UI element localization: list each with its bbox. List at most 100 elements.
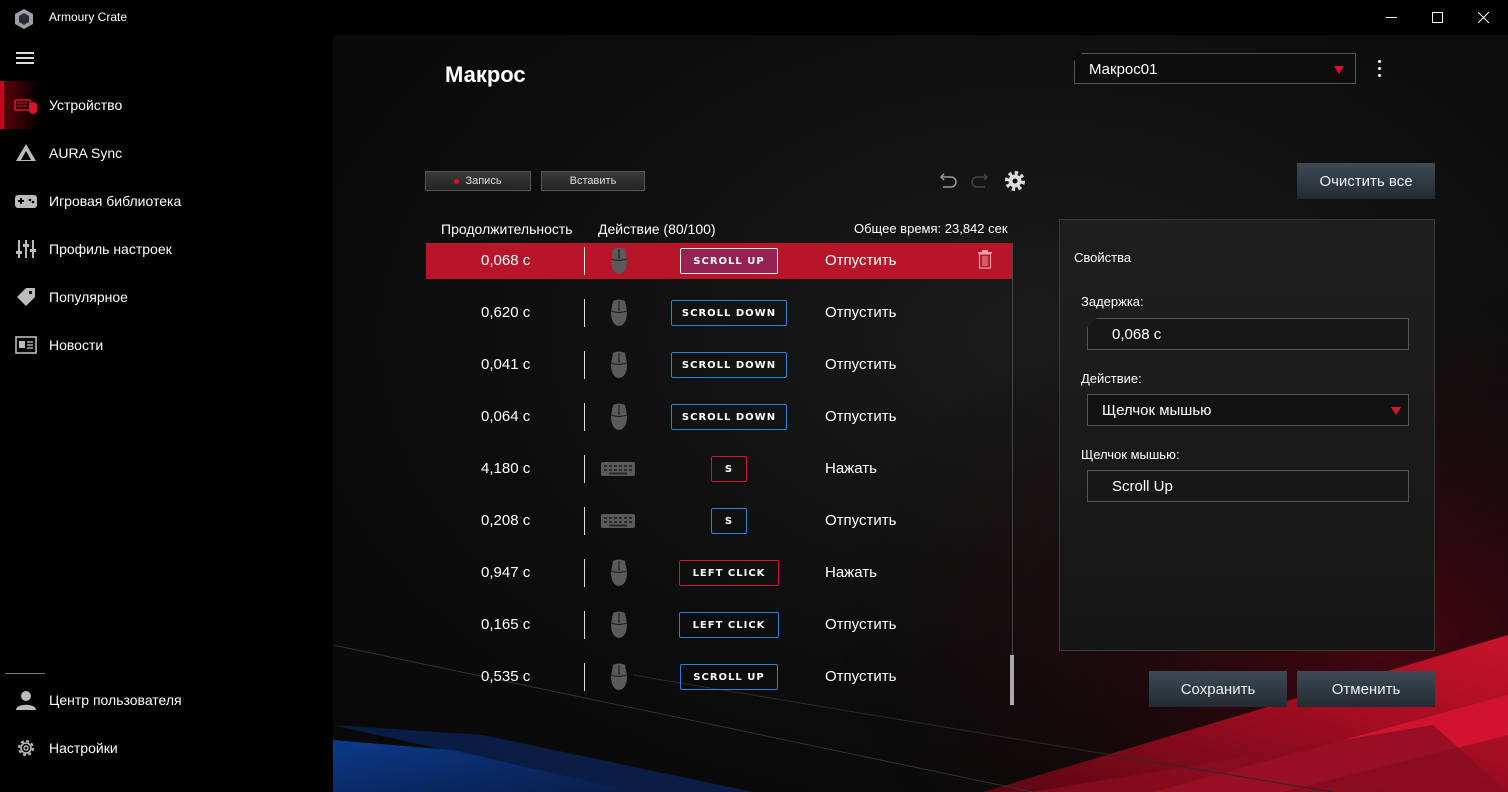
record-dot-icon: [454, 178, 460, 184]
macro-settings-gear-icon[interactable]: [1003, 169, 1027, 193]
sidebar-item-user-center[interactable]: Центр пользователя: [0, 676, 333, 724]
chevron-down-icon: [1391, 407, 1401, 415]
scrollbar-thumb[interactable]: [1010, 655, 1014, 705]
sidebar-item-aura-sync[interactable]: AURA Sync: [0, 129, 333, 177]
mouse-icon: [604, 402, 634, 432]
scrollbar-track[interactable]: [1012, 245, 1013, 705]
minimize-button[interactable]: [1368, 0, 1414, 35]
mouse-click-field[interactable]: Scroll Up: [1087, 470, 1409, 502]
record-button[interactable]: Запись: [425, 171, 531, 191]
table-row[interactable]: 4,180 с S Нажать: [426, 451, 1013, 487]
row-action: Отпустить: [825, 512, 897, 529]
cancel-button[interactable]: Отменить: [1297, 671, 1435, 707]
column-header-action: Действие (80/100): [598, 221, 716, 237]
row-duration: 0,068 с: [481, 252, 531, 269]
sidebar-divider: [5, 673, 45, 674]
keyboard-icon: [600, 506, 635, 536]
macro-profile-value: Макрос01: [1089, 61, 1158, 78]
mouse-icon: [604, 662, 634, 692]
table-row[interactable]: 0,208 с S Отпустить: [426, 503, 1013, 539]
aura-sync-icon: [16, 144, 36, 161]
total-time: Общее время: 23,842 сек: [854, 221, 1008, 236]
mouse-icon: [604, 350, 634, 380]
mouse-click-label: Щелчок мышью:: [1081, 447, 1180, 462]
key-badge: SCROLL UP: [680, 248, 778, 274]
sidebar-item-news[interactable]: Новости: [0, 321, 333, 369]
action-label: Действие:: [1081, 371, 1142, 386]
sidebar-item-game-library[interactable]: Игровая библиотека: [0, 177, 333, 225]
sidebar-item-label: AURA Sync: [49, 145, 123, 161]
close-icon: [1477, 12, 1489, 23]
sidebar-item-device[interactable]: Устройство: [0, 81, 333, 129]
row-separator: [584, 403, 585, 431]
row-action: Отпустить: [825, 356, 897, 373]
table-row[interactable]: 0,947 с LEFT CLICK Нажать: [426, 555, 1013, 591]
delay-value: 0,068 с: [1112, 326, 1162, 343]
clear-all-button[interactable]: Очистить все: [1297, 163, 1435, 199]
key-badge: SCROLL UP: [680, 664, 778, 690]
sidebar-item-settings[interactable]: Настройки: [0, 724, 333, 772]
trash-icon[interactable]: [976, 249, 994, 269]
insert-button[interactable]: Вставить: [541, 171, 645, 191]
mouse-icon: [604, 558, 634, 588]
row-separator: [584, 611, 585, 639]
row-separator: [584, 507, 585, 535]
mouse-icon: [604, 246, 634, 276]
properties-title: Свойства: [1074, 250, 1132, 265]
properties-panel: Свойства Задержка: 0,068 с Действие: Щел…: [1059, 219, 1435, 651]
sidebar-item-label: Настройки: [49, 740, 118, 756]
hamburger-menu-icon[interactable]: [16, 52, 34, 64]
table-row[interactable]: 0,620 с SCROLL DOWN Отпустить: [426, 295, 1013, 331]
undo-icon[interactable]: [935, 170, 959, 192]
sidebar-item-popular[interactable]: Популярное: [0, 273, 333, 321]
more-options-icon[interactable]: [1376, 60, 1382, 80]
mouse-icon: [604, 298, 634, 328]
delay-field[interactable]: 0,068 с: [1087, 318, 1409, 350]
sidebar-item-label: Центр пользователя: [49, 692, 182, 708]
key-badge: S: [711, 456, 747, 482]
row-separator: [584, 455, 585, 483]
table-row[interactable]: 0,535 с SCROLL UP Отпустить: [426, 659, 1013, 695]
row-action: Отпустить: [825, 252, 897, 269]
news-icon: [15, 336, 37, 354]
row-separator: [584, 559, 585, 587]
key-badge: SCROLL DOWN: [671, 352, 787, 378]
user-icon: [16, 691, 36, 710]
maximize-button[interactable]: [1414, 0, 1460, 35]
clear-all-label: Очистить все: [1319, 172, 1413, 190]
table-row[interactable]: 0,041 с SCROLL DOWN Отпустить: [426, 347, 1013, 383]
save-button-label: Сохранить: [1180, 680, 1256, 698]
key-badge: LEFT CLICK: [679, 560, 779, 586]
mouse-click-value: Scroll Up: [1112, 478, 1173, 495]
row-duration: 0,165 с: [481, 616, 531, 633]
row-duration: 4,180 с: [481, 460, 531, 477]
title-bar: Armoury Crate: [0, 0, 1508, 35]
row-action: Отпустить: [825, 616, 897, 633]
mouse-icon: [604, 610, 634, 640]
table-row[interactable]: 0,064 с SCROLL DOWN Отпустить: [426, 399, 1013, 435]
sidebar: Устройство AURA Sync Игровая библиотека …: [0, 35, 333, 792]
save-button[interactable]: Сохранить: [1149, 671, 1287, 707]
sidebar-item-label: Популярное: [49, 289, 128, 305]
macro-profile-select[interactable]: Макрос01: [1074, 53, 1356, 84]
action-select[interactable]: Щелчок мышью: [1087, 394, 1409, 426]
sidebar-item-label: Игровая библиотека: [49, 193, 182, 209]
column-header-duration: Продолжительность: [441, 221, 573, 237]
table-row[interactable]: 0,165 с LEFT CLICK Отпустить: [426, 607, 1013, 643]
redo-icon[interactable]: [969, 170, 993, 192]
app-title: Armoury Crate: [49, 10, 128, 24]
maximize-icon: [1431, 12, 1443, 23]
row-action: Нажать: [825, 564, 877, 581]
row-duration: 0,208 с: [481, 512, 531, 529]
sidebar-item-settings-profile[interactable]: Профиль настроек: [0, 225, 333, 273]
row-duration: 0,620 с: [481, 304, 531, 321]
sliders-icon: [16, 240, 36, 258]
armoury-crate-logo-icon: [15, 9, 33, 29]
insert-button-label: Вставить: [569, 175, 617, 187]
row-duration: 0,041 с: [481, 356, 531, 373]
table-row[interactable]: 0,068 с SCROLL UP Отпустить: [426, 243, 1013, 279]
record-button-label: Запись: [465, 175, 502, 187]
close-button[interactable]: [1460, 0, 1506, 35]
sidebar-item-label: Устройство: [49, 97, 123, 113]
main-panel: Макрос Макрос01 Запись Вставить Очистить…: [333, 35, 1508, 792]
